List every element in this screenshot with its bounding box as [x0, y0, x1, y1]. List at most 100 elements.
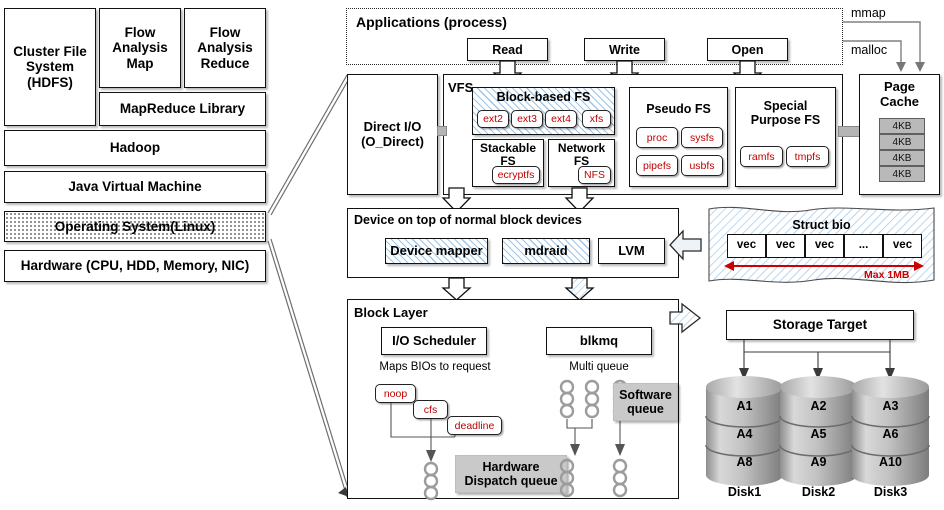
disk-block-label: A1 [736, 399, 753, 413]
mapreduce-library-box: MapReduce Library [99, 92, 266, 126]
software-queue-label: Software queue [613, 383, 678, 421]
fs-tmpfs-label: tmpfs [794, 150, 821, 163]
page-cache-cell-label: 4KB [892, 152, 912, 164]
syscall-write-button[interactable]: Write [584, 38, 665, 61]
scheduler-deadline-pill: deadline [447, 416, 502, 435]
jvm-label: Java Virtual Machine [68, 179, 202, 195]
bio-vec-cell: vec [883, 234, 922, 258]
software-queue-text: Software queue [619, 387, 672, 416]
syscall-read-button[interactable]: Read [467, 38, 548, 61]
device-mapper-box: Device mapper [385, 238, 488, 264]
bio-vec-label: vec [736, 239, 757, 252]
disk-block-label: A6 [882, 427, 899, 441]
storage-target-label: Storage Target [772, 317, 868, 333]
page-cache-cell: 4KB [879, 134, 925, 150]
bio-vec-cell: ... [844, 234, 883, 258]
direct-io-label: Direct I/O (O_Direct) [361, 118, 424, 149]
bio-vec-label: ... [858, 239, 869, 252]
fs-nfs-label: NFS [584, 169, 605, 181]
page-cache-cell: 4KB [879, 166, 925, 182]
operating-system-label: Operating System(Linux) [54, 218, 216, 234]
fs-pipefs-label: pipefs [642, 159, 672, 172]
page-cache-cell-label: 4KB [892, 136, 912, 148]
special-purpose-fs-title: Special Purpose FS [750, 99, 821, 128]
mapreduce-library-label: MapReduce Library [119, 101, 246, 117]
block-based-fs-title: Block-based FS [496, 90, 591, 104]
disk-block-label: A8 [736, 455, 753, 469]
stackable-fs-title: Stackable FS [479, 141, 537, 169]
disk-block-label: A10 [879, 455, 902, 469]
jvm-box: Java Virtual Machine [4, 171, 266, 203]
scheduler-deadline-label: deadline [454, 419, 495, 432]
operating-system-box: Operating System(Linux) [4, 211, 266, 242]
malloc-label: malloc [851, 43, 888, 57]
storage-target-box: Storage Target [726, 310, 914, 340]
page-cache-title: Page Cache [879, 79, 920, 109]
mmap-label: mmap [851, 6, 886, 20]
bio-vec-cell: vec [766, 234, 805, 258]
page-cache-cell: 4KB [879, 118, 925, 134]
io-scheduler-caption: Maps BIOs to request [379, 361, 491, 373]
device-layer-title: Device on top of normal block devices [354, 213, 582, 227]
fs-proc-label: proc [646, 131, 668, 144]
bio-vec-cell: vec [727, 234, 766, 258]
fs-ramfs-label: ramfs [748, 150, 775, 163]
page-cache-cell-label: 4KB [892, 168, 912, 180]
fs-ext2-pill: ext2 [477, 110, 509, 128]
fs-tmpfs-pill: tmpfs [786, 146, 829, 167]
fs-xfs-pill: xfs [582, 110, 611, 128]
disk-block-label: A3 [882, 399, 899, 413]
bio-vec-cell: vec [805, 234, 844, 258]
mdraid-label: mdraid [524, 242, 568, 258]
hardware-box: Hardware (CPU, HDD, Memory, NIC) [4, 250, 266, 282]
fs-ext4-label: ext4 [551, 113, 571, 125]
cluster-file-system-box: Cluster File System (HDFS) [4, 8, 96, 126]
device-mapper-label: Device mapper [390, 242, 483, 258]
network-fs-title: Network FS [557, 141, 606, 169]
pseudo-fs-title: Pseudo FS [646, 102, 711, 116]
disk-block-label: A2 [810, 399, 827, 413]
io-scheduler-box: I/O Scheduler [381, 327, 487, 355]
bio-vec-label: vec [775, 239, 796, 252]
flow-analysis-map-box: Flow Analysis Map [99, 8, 181, 88]
hadoop-label: Hadoop [109, 140, 161, 156]
lvm-label: LVM [618, 242, 645, 258]
hardware-label: Hardware (CPU, HDD, Memory, NIC) [20, 258, 250, 274]
fs-usbfs-pill: usbfs [681, 155, 723, 176]
fs-sysfs-pill: sysfs [681, 127, 723, 148]
blkmq-caption: Multi queue [569, 361, 629, 373]
applications-title: Applications (process) [356, 14, 507, 30]
fs-usbfs-label: usbfs [689, 159, 715, 172]
fs-ecryptfs-pill: ecryptfs [492, 166, 540, 184]
fs-ramfs-pill: ramfs [740, 146, 783, 167]
flow-analysis-map-label: Flow Analysis Map [112, 24, 168, 71]
mdraid-box: mdraid [502, 238, 590, 264]
fs-pipefs-pill: pipefs [636, 155, 678, 176]
flow-analysis-reduce-box: Flow Analysis Reduce [184, 8, 266, 88]
flow-analysis-reduce-label: Flow Analysis Reduce [197, 24, 253, 71]
struct-bio-title: Struct bio [792, 218, 851, 232]
scheduler-cfs-pill: cfs [413, 400, 448, 419]
fs-sysfs-label: sysfs [690, 131, 714, 144]
blkmq-label: blkmq [579, 332, 619, 348]
scheduler-noop-pill: noop [375, 384, 416, 403]
lvm-box: LVM [598, 238, 665, 264]
io-scheduler-label: I/O Scheduler [392, 332, 476, 348]
hadoop-box: Hadoop [4, 130, 266, 166]
syscall-open-button[interactable]: Open [707, 38, 788, 61]
hardware-dispatch-queue-label: Hardware Dispatch queue [455, 455, 567, 493]
disk-name-label: Disk1 [727, 485, 762, 499]
scheduler-cfs-label: cfs [423, 403, 438, 416]
syscall-read-label: Read [492, 42, 523, 57]
fs-ext3-pill: ext3 [511, 110, 543, 128]
fs-ecryptfs-label: ecryptfs [497, 169, 535, 181]
fs-xfs-label: xfs [589, 113, 604, 125]
blkmq-box: blkmq [546, 327, 652, 355]
cluster-file-system-label: Cluster File System (HDFS) [13, 43, 87, 90]
vfs-title: VFS [448, 80, 474, 95]
disk-name-label: Disk3 [873, 485, 908, 499]
fs-proc-pill: proc [636, 127, 678, 148]
bio-vec-label: vec [814, 239, 835, 252]
disk-name-label: Disk2 [801, 485, 836, 499]
disk-block-label: A5 [810, 427, 827, 441]
